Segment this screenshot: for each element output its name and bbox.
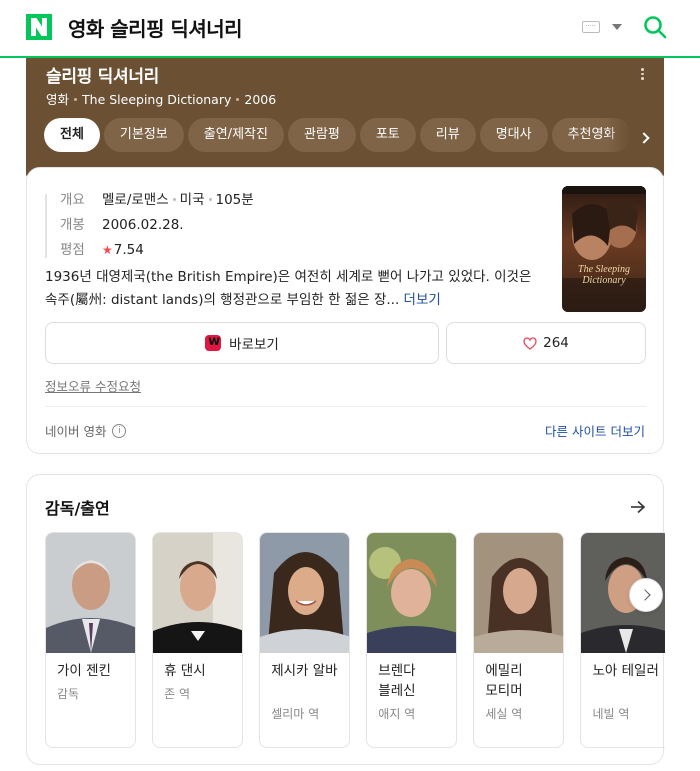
- cast-name: 휴 댄시: [164, 663, 206, 679]
- separator-dot: [74, 98, 78, 101]
- caret-down-icon[interactable]: [612, 24, 622, 30]
- cast-item[interactable]: 가이 젠킨 감독: [45, 532, 136, 748]
- cast-item[interactable]: 제시카 알바 셀리마 역: [259, 532, 351, 748]
- keyboard-icon[interactable]: [582, 21, 600, 33]
- cast-photo: [367, 533, 457, 653]
- more-link[interactable]: 더보기: [404, 292, 441, 308]
- more-options-icon[interactable]: [641, 68, 645, 82]
- tab-basic-info[interactable]: 기본정보: [103, 118, 184, 152]
- heart-icon: [523, 336, 537, 350]
- naver-logo-icon[interactable]: [26, 14, 52, 40]
- movie-poster[interactable]: The Sleeping Dictionary: [562, 186, 646, 312]
- source-name: 네이버 영화: [45, 424, 107, 439]
- cast-name: 브렌다 블레신: [378, 663, 416, 699]
- release-date: 2006.02.28.: [102, 217, 184, 233]
- like-button[interactable]: 264: [446, 322, 646, 364]
- description-text: 1936년 대영제국(the British Empire)은 여전히 세계로 …: [45, 269, 532, 308]
- cast-role: 애지 역: [378, 707, 416, 721]
- cast-photo: [260, 533, 350, 653]
- cast-name: 에밀리 모티머: [485, 663, 523, 699]
- movie-info-card: 개요 멜로/로맨스 미국 105분 개봉 2006.02.28. 평점 ★7.54 The…: [26, 167, 664, 454]
- other-sites-link[interactable]: 다른 사이트 더보기: [545, 421, 645, 440]
- runtime: 105분: [215, 192, 254, 208]
- cast-name: 제시카 알바: [271, 663, 338, 679]
- tab-reviews[interactable]: 리뷰: [419, 118, 476, 152]
- watch-now-button[interactable]: 바로보기: [45, 322, 439, 364]
- rating-label: 평점: [60, 242, 85, 258]
- separator-dot: [208, 198, 212, 201]
- movie-title[interactable]: 슬리핑 딕셔너리: [46, 62, 159, 87]
- movie-description: 1936년 대영제국(the British Empire)은 여전히 세계로 …: [45, 266, 545, 312]
- tab-photos[interactable]: 포토: [359, 118, 416, 152]
- arrow-right-icon[interactable]: [630, 500, 646, 514]
- movie-header: 슬리핑 딕셔너리 영화 The Sleeping Dictionary 2006 전…: [26, 58, 664, 178]
- watch-now-label: 바로보기: [229, 337, 279, 353]
- cast-photo: [46, 533, 135, 653]
- wavve-icon: [205, 334, 222, 351]
- cast-role: 존 역: [164, 687, 190, 701]
- movie-original-title: The Sleeping Dictionary: [82, 92, 232, 107]
- cast-role: 네빌 역: [592, 707, 630, 721]
- source-label: 네이버 영화 i: [45, 421, 127, 440]
- cast-card: 감독/출연 가이 젠킨 감독 휴 댄시 존 역 제시카 알바 셀리마 역 브렌다…: [26, 474, 665, 765]
- movie-category: 영화: [46, 92, 70, 107]
- star-icon: ★: [102, 243, 113, 257]
- cast-role: 감독: [57, 687, 80, 701]
- separator-dot: [172, 198, 176, 201]
- cast-section-title[interactable]: 감독/출연: [45, 495, 110, 519]
- cast-item[interactable]: 휴 댄시 존 역: [152, 532, 244, 748]
- release-label: 개봉: [60, 217, 85, 233]
- tab-reviews-short[interactable]: 관람평: [287, 118, 356, 152]
- summary-row: 개요 멜로/로맨스 미국 105분: [60, 188, 254, 208]
- movie-year: 2006: [244, 92, 277, 107]
- info-icon[interactable]: i: [112, 423, 127, 438]
- report-error-link[interactable]: 정보오류 수정요청: [45, 376, 141, 395]
- rating-row: 평점 ★7.54: [60, 238, 144, 258]
- cast-item[interactable]: 브렌다 블레신 애지 역: [366, 532, 458, 748]
- separator-dot: [236, 98, 240, 101]
- like-count: 264: [543, 335, 569, 351]
- cast-item[interactable]: 노아 테일러 네빌 역: [580, 532, 665, 748]
- genre[interactable]: 멜로/로맨스: [102, 192, 169, 208]
- cast-next-button[interactable]: [629, 578, 663, 612]
- cast-name: 노아 테일러: [592, 663, 659, 679]
- cast-role: 세실 역: [485, 707, 523, 721]
- cast-item[interactable]: 에밀리 모티머 세실 역: [473, 532, 565, 748]
- poster-title-line2: Dictionary: [581, 275, 626, 286]
- release-row: 개봉 2006.02.28.: [60, 213, 184, 233]
- cast-name: 가이 젠킨: [57, 663, 111, 679]
- summary-label: 개요: [60, 192, 85, 208]
- search-query[interactable]: 영화 슬리핑 딕셔너리: [68, 13, 243, 42]
- rating-value: 7.54: [113, 242, 144, 258]
- movie-meta: 영화 The Sleeping Dictionary 2006: [46, 89, 276, 108]
- search-icon[interactable]: [643, 15, 667, 39]
- poster-title-line1: The Sleeping: [578, 264, 630, 275]
- search-bar: 영화 슬리핑 딕셔너리: [0, 0, 700, 58]
- tab-all[interactable]: 전체: [44, 118, 100, 152]
- cast-list: 가이 젠킨 감독 휴 댄시 존 역 제시카 알바 셀리마 역 브렌다 블레신 애…: [45, 532, 665, 752]
- cast-role: 셀리마 역: [271, 707, 320, 721]
- country[interactable]: 미국: [180, 192, 205, 208]
- tabs-fade: [606, 118, 664, 152]
- divider: [45, 406, 646, 407]
- tab-quotes[interactable]: 명대사: [479, 118, 548, 152]
- tab-cast-crew[interactable]: 출연/제작진: [187, 118, 284, 152]
- cast-photo: [474, 533, 564, 653]
- info-divider-bar: [45, 194, 47, 258]
- cast-photo: [153, 533, 243, 653]
- tab-list: 전체 기본정보 출연/제작진 관람평 포토 리뷰 명대사 추천영화: [44, 118, 636, 152]
